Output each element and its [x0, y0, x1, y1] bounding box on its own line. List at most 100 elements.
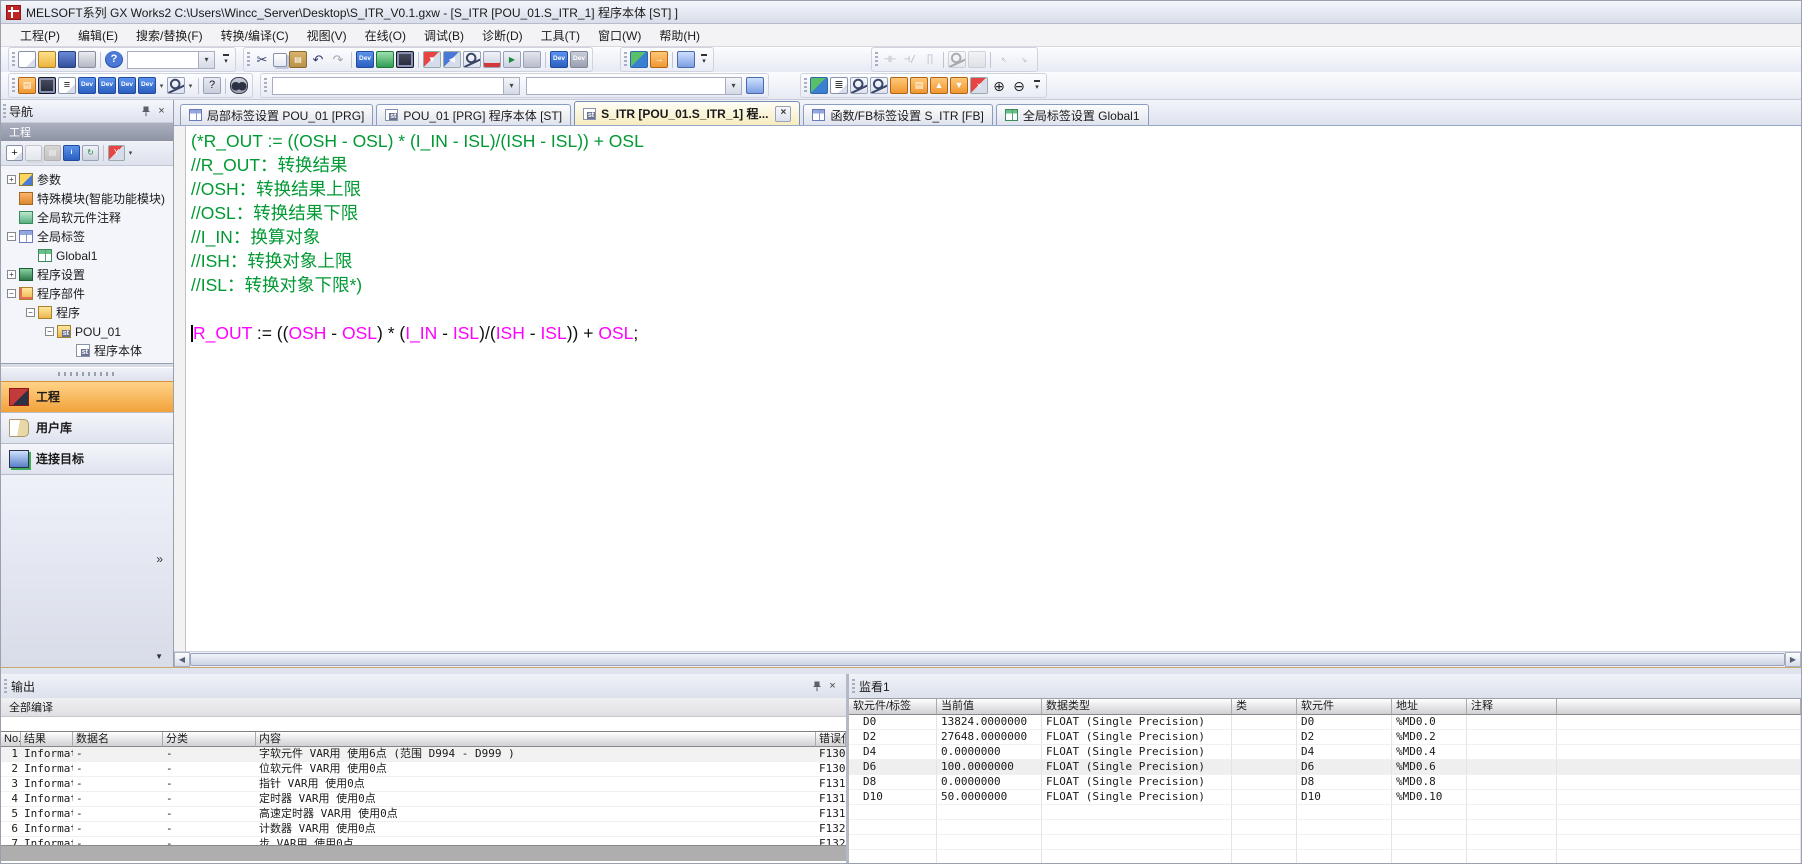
bookmark-set-icon[interactable] [890, 77, 908, 94]
monitor-stop-icon[interactable] [523, 51, 541, 68]
menu-item-t[interactable]: 工具(T) [532, 25, 589, 46]
line-draw-down-icon[interactable]: ⇘ [1015, 51, 1033, 68]
jump-to-data-icon[interactable]: → [650, 51, 668, 68]
tree-expander-icon[interactable]: − [7, 232, 16, 241]
copy-icon[interactable] [273, 53, 287, 67]
read-from-plc-icon[interactable]: ◀ [443, 51, 461, 68]
tree-item[interactable]: 特殊模块(智能功能模块) [1, 189, 173, 208]
menu-item-h[interactable]: 帮助(H) [650, 25, 709, 46]
output-column-header[interactable]: 结果 [21, 732, 73, 747]
paste-data-icon[interactable]: ▤ [44, 145, 61, 161]
watch-row[interactable] [849, 820, 1801, 835]
watch-row[interactable] [849, 850, 1801, 863]
toolbar-combo-find-target[interactable]: ▾ [272, 77, 520, 95]
watch-row[interactable]: D6100.0000000FLOAT (Single Precision)D6%… [849, 760, 1801, 775]
menu-item-p[interactable]: 工程(P) [11, 25, 69, 46]
menu-item-d[interactable]: 诊断(D) [473, 25, 532, 46]
document-tab-5[interactable]: 全局标签设置 Global1 [996, 104, 1149, 125]
toolbar-overflow-icon[interactable]: ▾ [698, 50, 710, 69]
chevron-down-icon[interactable]: ▾ [503, 78, 519, 94]
toolbar-overflow-icon[interactable]: ▾ [220, 50, 232, 69]
monitor-start-icon[interactable]: ▶ [503, 51, 521, 68]
print-icon[interactable] [78, 51, 96, 68]
menu-item-b[interactable]: 调试(B) [415, 25, 473, 46]
chevron-right-icon[interactable]: » [156, 552, 163, 566]
toolbar-combo-find-result[interactable]: ▾ [526, 77, 742, 95]
zoom-out-icon[interactable]: ⊖ [1010, 77, 1028, 94]
output-column-header[interactable]: 错误代码 [816, 732, 846, 747]
watch-row[interactable] [849, 805, 1801, 820]
bookmark-list-icon[interactable]: ▤ [910, 77, 928, 94]
watch-row[interactable]: D227648.0000000FLOAT (Single Precision)D… [849, 730, 1801, 745]
menu-item-c[interactable]: 转换/编译(C) [212, 25, 298, 46]
cross-reference-icon[interactable] [870, 77, 888, 94]
pin-icon[interactable] [138, 104, 153, 119]
dropdown-arrow-icon[interactable]: ▾ [186, 77, 195, 94]
coil-search-icon[interactable] [948, 51, 966, 68]
menu-item-o[interactable]: 在线(O) [356, 25, 415, 46]
new-data-icon[interactable]: + [6, 145, 23, 161]
tree-item[interactable]: Global1 [1, 246, 173, 265]
line-draw-up-icon[interactable]: ⇖ [995, 51, 1013, 68]
output-column-header[interactable]: No. [1, 732, 21, 747]
module-configuration-icon[interactable] [38, 77, 56, 94]
dev-format-display-icon[interactable]: Dev [570, 51, 588, 68]
tree-expander-icon[interactable]: − [45, 327, 54, 336]
nav-splitter-handle[interactable] [1, 368, 173, 381]
device-comment-display-icon[interactable]: Dev [356, 51, 374, 68]
instruction-search-icon[interactable] [968, 51, 986, 68]
rebuild-all-icon[interactable]: ≣ [830, 77, 848, 94]
output-row[interactable]: 5Information--高速定时器 VAR用 使用0点F1316 [1, 807, 846, 822]
watch-column-header[interactable]: 软元件/标签 [849, 699, 937, 715]
watch-column-header[interactable]: 软元件 [1297, 699, 1392, 715]
connection-dest-button[interactable]: 连接目标 [1, 443, 173, 474]
simulation-start-icon[interactable] [630, 51, 648, 68]
output-row[interactable]: 4Information--定时器 VAR用 使用0点F1312 [1, 792, 846, 807]
menu-item-v[interactable]: 视图(V) [298, 25, 356, 46]
tree-expander-icon[interactable]: + [7, 175, 16, 184]
monitor-mode-icon[interactable] [376, 51, 394, 68]
watch-column-header[interactable]: 类 [1232, 699, 1297, 715]
sort-filter-icon[interactable]: Y [108, 145, 125, 161]
open-contact-icon[interactable]: ⊣⊢ [881, 51, 899, 68]
document-tab-1[interactable]: 局部标签设置 POU_01 [PRG] [180, 104, 373, 125]
output-column-header[interactable]: 数据名 [73, 732, 163, 747]
tree-item[interactable]: 全局软元件注释 [1, 208, 173, 227]
dev-memory-view-icon[interactable]: Dev [118, 77, 136, 94]
watch-row[interactable] [849, 835, 1801, 850]
window-display-icon[interactable] [746, 77, 764, 94]
bookmark-prev-icon[interactable]: ▲ [930, 77, 948, 94]
output-row[interactable]: 2Information--位软元件 VAR用 使用0点F1306 [1, 762, 846, 777]
dev-value-display-icon[interactable]: Dev [550, 51, 568, 68]
write-to-plc-icon[interactable]: ▼ [423, 51, 441, 68]
context-help-icon[interactable]: ? [203, 77, 221, 94]
open-file-icon[interactable] [38, 51, 56, 68]
scroll-left-icon[interactable]: ◀ [174, 652, 190, 667]
menu-item-w[interactable]: 窗口(W) [589, 25, 650, 46]
bookmark-next-icon[interactable]: ▼ [950, 77, 968, 94]
watch-column-header[interactable]: 数据类型 [1042, 699, 1232, 715]
scroll-right-icon[interactable]: ▶ [1785, 652, 1801, 667]
help-icon[interactable]: ? [105, 51, 123, 68]
dev-label-view-icon[interactable]: Dev [98, 77, 116, 94]
dock-splitter[interactable] [1, 667, 1801, 674]
device-search-tool-icon[interactable] [167, 77, 185, 94]
watch-column-header[interactable]: 当前值 [937, 699, 1042, 715]
paste-icon[interactable]: ▤ [289, 51, 307, 68]
device-batch-monitor-icon[interactable] [483, 51, 501, 68]
output-scrollbar[interactable] [1, 845, 846, 861]
document-tab-3[interactable]: stS_ITR [POU_01.S_ITR_1] 程...× [574, 101, 800, 125]
tree-expander-icon[interactable]: − [7, 289, 16, 298]
data-security-icon[interactable]: i [63, 145, 80, 161]
tab-close-icon[interactable]: × [775, 106, 791, 122]
project-view-button[interactable]: 工程 [1, 381, 173, 412]
close-contact-icon[interactable]: ⊣/ [901, 51, 919, 68]
watch-row[interactable]: D013824.0000000FLOAT (Single Precision)D… [849, 715, 1801, 730]
tree-item[interactable]: −程序部件 [1, 284, 173, 303]
tree-item[interactable]: +程序设置 [1, 265, 173, 284]
find-binoculars-icon[interactable] [230, 77, 248, 94]
save-icon[interactable] [58, 51, 76, 68]
tree-item[interactable]: −stPOU_01 [1, 322, 173, 341]
tree-item[interactable]: −程序 [1, 303, 173, 322]
new-file-icon[interactable] [18, 51, 36, 68]
